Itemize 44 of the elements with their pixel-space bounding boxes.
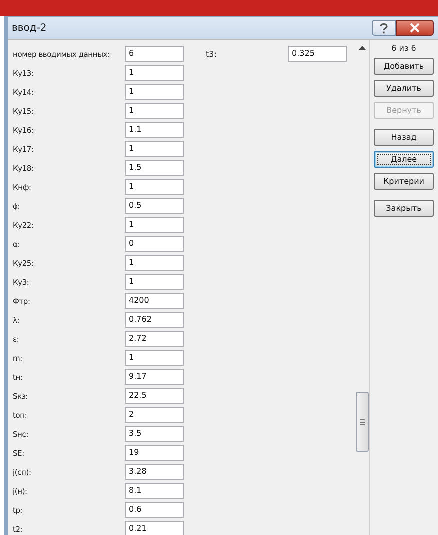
input-field[interactable]: 1	[125, 274, 184, 290]
input-field[interactable]: 19	[125, 445, 184, 461]
input-field[interactable]: 0.21	[125, 521, 184, 535]
input-field[interactable]: 1	[125, 255, 184, 271]
action-button[interactable]: Добавить	[374, 58, 434, 75]
input-field[interactable]: 3.5	[125, 426, 184, 442]
field-label: t3:	[206, 50, 218, 58]
close-button[interactable]	[396, 20, 434, 36]
help-button[interactable]	[372, 20, 396, 36]
input-field[interactable]: 2	[125, 407, 184, 423]
scroll-up-icon[interactable]	[358, 46, 366, 50]
record-counter: 6 из 6	[392, 44, 416, 53]
input-field[interactable]: 1.1	[125, 122, 184, 138]
input-field[interactable]: 0.6	[125, 502, 184, 518]
action-button[interactable]: Назад	[374, 129, 434, 146]
input-field[interactable]: 1	[125, 103, 184, 119]
input-field[interactable]: 1	[125, 179, 184, 195]
input-field[interactable]: 1	[125, 65, 184, 81]
help-icon	[379, 22, 389, 34]
input-field[interactable]: 1	[125, 141, 184, 157]
input-field[interactable]: 1	[125, 217, 184, 233]
close-icon	[410, 23, 420, 33]
input-field[interactable]: 0	[125, 236, 184, 252]
input-field[interactable]: 1.5	[125, 160, 184, 176]
scrollbar[interactable]	[355, 40, 370, 535]
action-button[interactable]: Удалить	[374, 80, 434, 97]
input-field[interactable]: 3.28	[125, 464, 184, 480]
input-field[interactable]: 2.72	[125, 331, 184, 347]
input-field[interactable]: 9.17	[125, 369, 184, 385]
scroll-thumb[interactable]	[356, 392, 369, 452]
input-field[interactable]: 0.762	[125, 312, 184, 328]
action-button[interactable]: Критерии	[374, 173, 434, 190]
action-button[interactable]: Далее	[374, 151, 434, 168]
input-field[interactable]: 6	[125, 46, 184, 62]
input-field[interactable]: 0.325	[288, 46, 347, 62]
input-field[interactable]: 0.5	[125, 198, 184, 214]
input-field[interactable]: 4200	[125, 293, 184, 309]
action-button[interactable]: Закрыть	[374, 200, 434, 217]
input-field[interactable]: 1	[125, 84, 184, 100]
input-field[interactable]: 1	[125, 350, 184, 366]
grip-icon	[360, 418, 365, 426]
window-title: ввод-2	[12, 22, 47, 34]
input-field[interactable]: 8.1	[125, 483, 184, 499]
input-field[interactable]: 22.5	[125, 388, 184, 404]
